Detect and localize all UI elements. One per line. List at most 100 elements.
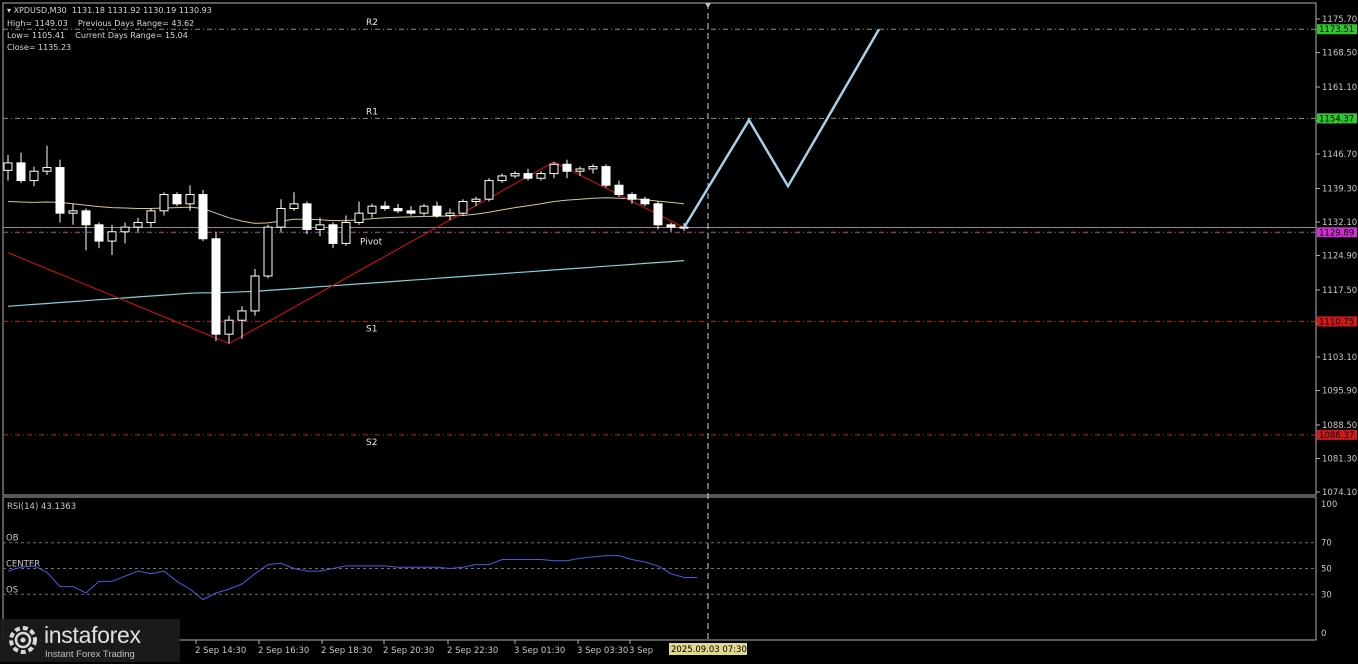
time-cursor-marker <box>705 3 711 8</box>
x-tick-label: 2 Sep 20:30 <box>383 646 434 656</box>
candle-body-down <box>94 224 104 242</box>
candle-body-up <box>263 226 273 277</box>
candle-body-down <box>640 198 650 205</box>
candle-body-down <box>601 166 611 186</box>
candle-body-down <box>328 224 338 244</box>
rsi-label: RSI(14) 43.1363 <box>7 502 76 512</box>
y-tick-label: 1139.30 <box>1322 184 1357 194</box>
instaforex-logo: instaforex Instant Forex Trading <box>0 619 180 662</box>
symbol-info: ▾ XPDUSD,M30 1131.18 1131.92 1130.19 113… <box>7 6 212 16</box>
low-info: Low= 1105.41 Current Days Range= 15.04 <box>7 31 188 40</box>
candle-body-up <box>367 205 377 214</box>
candle-body-up <box>458 201 468 214</box>
y-tick-label: 1161.10 <box>1322 83 1357 93</box>
candle-body-up <box>588 166 598 170</box>
logo-name: instaforex <box>44 622 141 648</box>
y-tick-label: 1074.10 <box>1322 488 1357 498</box>
level-price-label: 1173.51 <box>1319 25 1354 35</box>
candle-body-down <box>653 203 663 226</box>
current-time-label: 2025.09.03 07:30 <box>671 645 747 655</box>
level-label-pivot: Pivot <box>360 237 383 247</box>
rsi-y-tick-label: 70 <box>1321 539 1332 549</box>
candle-body-up <box>42 167 52 172</box>
level-label-s2: S2 <box>366 438 377 448</box>
candle-body-up <box>315 224 325 230</box>
candle-body-up <box>549 163 559 175</box>
x-tick-label: 3 Sep 03:30 <box>577 646 628 656</box>
x-tick-label: 2 Sep 18:30 <box>321 646 372 656</box>
candle-body-down <box>211 238 221 335</box>
symbol-ohlc: XPDUSD,M30 1131.18 1131.92 1130.19 1130.… <box>13 6 212 15</box>
zigzag-line <box>7 161 685 345</box>
y-tick-label: 1124.90 <box>1322 252 1357 262</box>
candle-body-up <box>484 180 494 200</box>
candle-body-up <box>445 212 455 216</box>
forecast-path <box>682 28 881 229</box>
x-tick-label: 3 Sep 01:30 <box>514 646 565 656</box>
candle-body-down <box>614 184 624 196</box>
candle-body-up <box>536 173 546 179</box>
candle-body-down <box>172 194 182 205</box>
rsi-zone-label: OS <box>6 585 18 595</box>
candle-body-up <box>510 173 520 177</box>
level-label-r2: R2 <box>366 18 378 28</box>
candle-body-up <box>354 212 364 223</box>
candle-body-up <box>29 170 39 182</box>
candle-body-up <box>276 208 286 228</box>
y-tick-label: 1088.50 <box>1322 421 1357 431</box>
candle-body-down <box>302 203 312 230</box>
candle-body-up <box>107 231 117 242</box>
y-tick-label: 1168.50 <box>1322 49 1357 59</box>
y-tick-label: 1103.10 <box>1322 353 1357 363</box>
level-price-label: 1086.37 <box>1319 431 1354 441</box>
level-price-label: 1154.37 <box>1319 114 1354 124</box>
x-tick-label: 2 Sep 22:30 <box>447 646 498 656</box>
y-tick-label: 1117.50 <box>1322 286 1357 296</box>
candle-body-up <box>146 210 156 223</box>
candle-body-down <box>198 194 208 240</box>
candle-body-up <box>3 162 13 171</box>
rsi-y-tick-label: 100 <box>1321 500 1337 510</box>
candle-body-down <box>380 205 390 209</box>
candle-body-down <box>55 167 65 214</box>
candle-body-down <box>523 173 533 179</box>
candle-body-down <box>81 210 91 226</box>
x-tick-label: 2 Sep 14:30 <box>195 646 246 656</box>
close-info: Close= 1135.23 <box>7 43 72 52</box>
candle-body-up <box>497 175 507 182</box>
high-info: High= 1149.03 Previous Days Range= 43.62 <box>7 19 195 28</box>
rsi-y-tick-label: 30 <box>1321 590 1332 600</box>
y-tick-label: 1081.30 <box>1322 454 1357 464</box>
candle-body-down <box>432 205 442 216</box>
gear-logo-icon <box>9 626 37 654</box>
level-price-label: 1110.75 <box>1319 317 1354 327</box>
rsi-y-tick-label: 0 <box>1321 629 1326 639</box>
candle-body-up <box>68 210 78 214</box>
logo-tagline: Instant Forex Trading <box>45 649 135 660</box>
y-tick-label: 1175.70 <box>1322 15 1357 25</box>
candle-body-down <box>562 163 572 172</box>
candle-body-up <box>419 205 429 214</box>
y-tick-label: 1095.90 <box>1322 387 1357 397</box>
candle-body-up <box>471 198 481 203</box>
candle-body-down <box>393 208 403 212</box>
candle-body-up <box>250 275 260 312</box>
y-tick-label: 1146.70 <box>1322 150 1357 160</box>
price-chart[interactable]: 1175.701168.501161.101153.901146.701139.… <box>0 0 1358 664</box>
candle-body-up <box>237 310 247 321</box>
rsi-line <box>7 555 697 601</box>
y-tick-label: 1132.10 <box>1322 218 1357 228</box>
candle-body-down <box>627 194 637 200</box>
ma-slow-line <box>7 260 685 307</box>
candle-body-up <box>341 221 351 244</box>
candle-body-up <box>575 168 585 172</box>
main-panel-frame <box>2 2 1317 496</box>
candle-body-up <box>159 194 169 212</box>
rsi-y-tick-label: 50 <box>1321 565 1332 575</box>
rsi-zone-label: OB <box>6 534 19 544</box>
level-price-label: 1129.89 <box>1319 228 1354 238</box>
candle-body-up <box>133 221 143 228</box>
candle-body-down <box>406 210 416 214</box>
level-label-s1: S1 <box>366 324 377 334</box>
candle-body-up <box>185 194 195 205</box>
